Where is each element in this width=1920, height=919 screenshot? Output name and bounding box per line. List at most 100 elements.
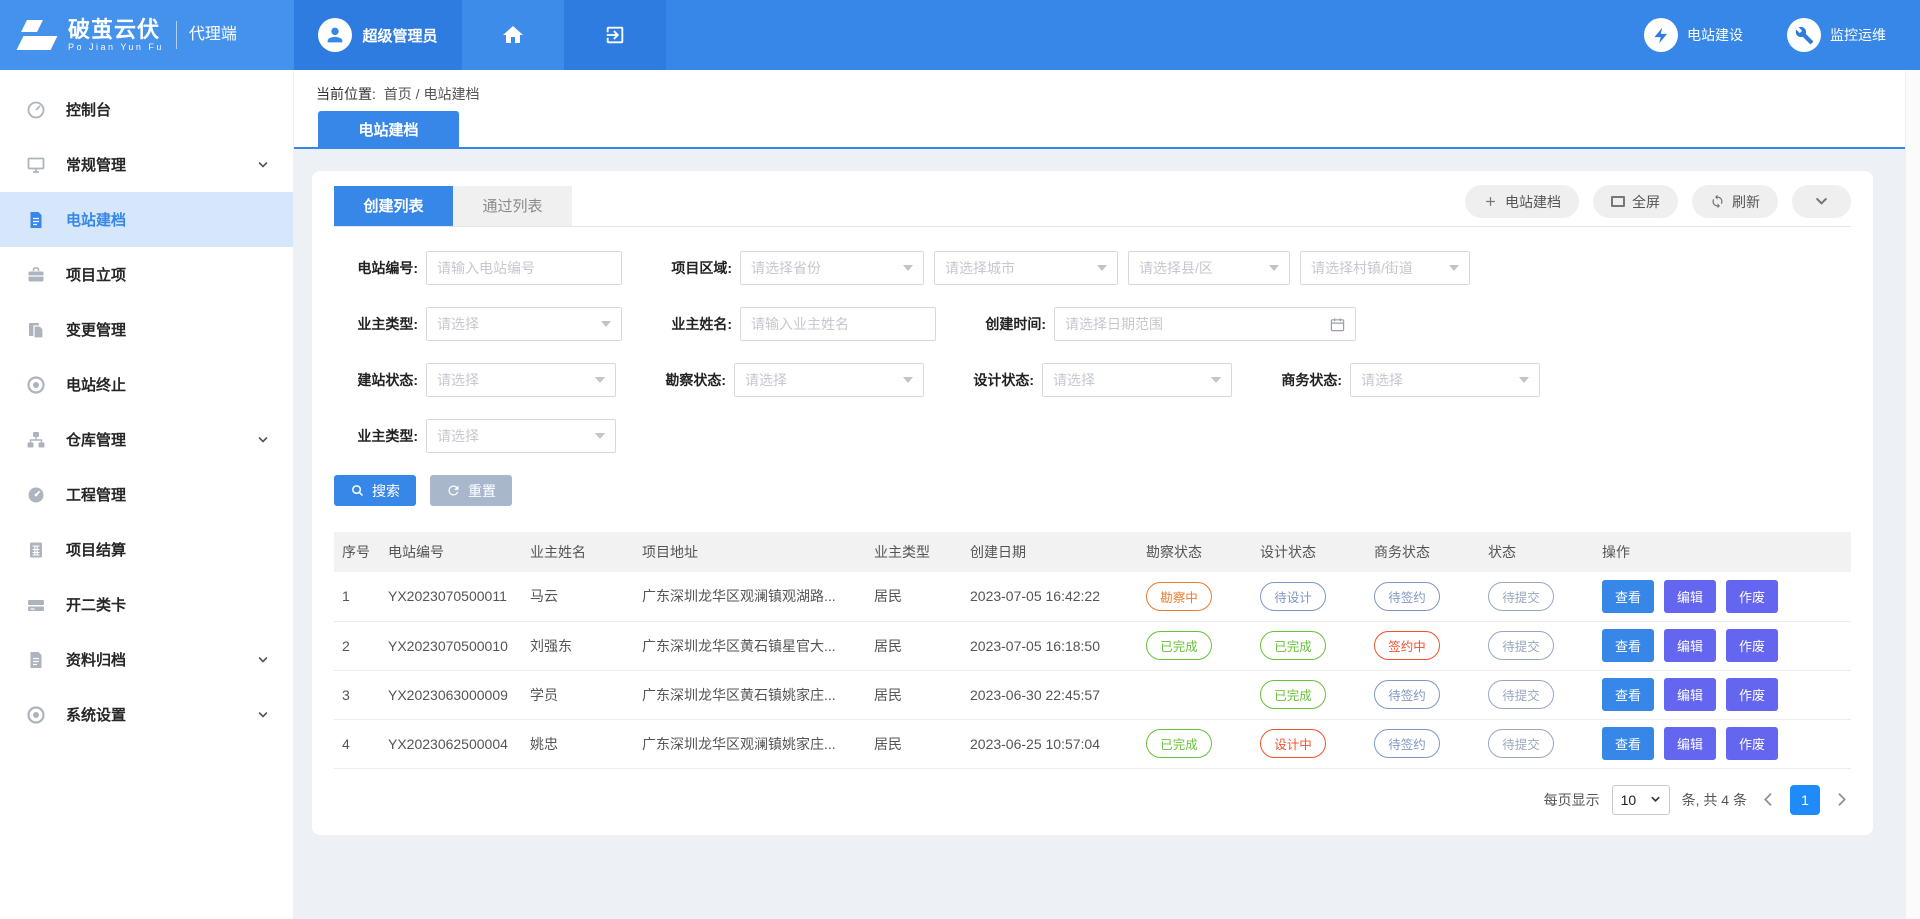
refresh-button[interactable]: 刷新	[1692, 185, 1778, 218]
cell-no: 3	[334, 670, 380, 719]
sidebar-item-station-archive[interactable]: 电站建档	[0, 192, 293, 247]
owner-name-input[interactable]	[740, 307, 936, 341]
design-status-select[interactable]: 请选择	[1042, 363, 1232, 397]
copy-icon	[26, 319, 48, 341]
edit-button[interactable]: 编辑	[1664, 678, 1716, 711]
logout-button[interactable]	[564, 0, 666, 70]
void-button[interactable]: 作废	[1726, 580, 1778, 613]
top-header: 破茧云伏 Po Jian Yun Fu 代理端 超级管理员 电站建设	[0, 0, 1920, 70]
cell-created: 2023-07-05 16:42:22	[962, 572, 1138, 621]
caret-icon	[1211, 377, 1221, 383]
tab-create-list[interactable]: 创建列表	[334, 186, 453, 226]
refresh-icon	[1710, 194, 1725, 209]
brand-subtitle: Po Jian Yun Fu	[68, 42, 164, 52]
cell-owner: 姚忠	[522, 719, 634, 768]
search-button[interactable]: 搜索	[334, 475, 416, 506]
brand-text: 破茧云伏 Po Jian Yun Fu	[68, 18, 164, 52]
owner-type-label: 业主类型:	[334, 314, 418, 334]
tab-passed-list[interactable]: 通过列表	[453, 186, 572, 226]
caret-icon	[1449, 265, 1459, 271]
province-select[interactable]: 请选择省份	[740, 251, 924, 285]
per-page-select[interactable]: 10	[1612, 785, 1670, 815]
status-badge: 待签约	[1374, 582, 1440, 611]
portal-label: 代理端	[176, 21, 237, 49]
fullscreen-icon	[1611, 196, 1625, 207]
view-button[interactable]: 查看	[1602, 629, 1654, 662]
owner-type2-select[interactable]: 请选择	[426, 419, 616, 453]
page-number-button[interactable]: 1	[1790, 785, 1820, 815]
void-button[interactable]: 作废	[1726, 629, 1778, 662]
cell-created: 2023-06-30 22:45:57	[962, 670, 1138, 719]
prev-page-button[interactable]	[1759, 792, 1778, 807]
sitemap-icon	[26, 429, 48, 451]
toolbar: 电站建档 全屏 刷新	[1465, 185, 1851, 226]
lightning-icon	[1644, 18, 1678, 52]
view-button[interactable]: 查看	[1602, 727, 1654, 760]
edit-button[interactable]: 编辑	[1664, 580, 1716, 613]
sidebar-item-engineering-management[interactable]: 工程管理	[0, 467, 293, 522]
search-icon	[350, 483, 365, 498]
build-status-select[interactable]: 请选择	[426, 363, 616, 397]
sidebar-item-second-class-card[interactable]: 开二类卡	[0, 577, 293, 632]
scrollbar[interactable]	[1905, 70, 1920, 919]
home-button[interactable]	[462, 0, 564, 70]
cell-type: 居民	[866, 670, 962, 719]
reset-icon	[446, 483, 461, 498]
status-badge: 待设计	[1260, 582, 1326, 611]
survey-status-select[interactable]: 请选择	[734, 363, 924, 397]
view-button[interactable]: 查看	[1602, 678, 1654, 711]
chevron-down-icon	[257, 709, 269, 721]
business-status-select[interactable]: 请选择	[1350, 363, 1540, 397]
nav-station-build[interactable]: 电站建设	[1644, 18, 1743, 52]
void-button[interactable]: 作废	[1726, 727, 1778, 760]
sidebar-item-data-archive[interactable]: 资料归档	[0, 632, 293, 687]
station-table: 序号 电站编号 业主姓名 项目地址 业主类型 创建日期 勘察状态 设计状态 商务…	[334, 532, 1851, 769]
cell-code: YX2023070500011	[380, 572, 522, 621]
sidebar-item-project-initiation[interactable]: 项目立项	[0, 247, 293, 302]
calendar-icon	[1330, 317, 1345, 332]
city-select[interactable]: 请选择城市	[934, 251, 1118, 285]
collapse-button[interactable]	[1792, 185, 1851, 218]
sidebar-item-warehouse-management[interactable]: 仓库管理	[0, 412, 293, 467]
region-label: 项目区域:	[648, 258, 732, 278]
edit-button[interactable]: 编辑	[1664, 629, 1716, 662]
nav-monitor-ops[interactable]: 监控运维	[1787, 18, 1886, 52]
cell-code: YX2023070500010	[380, 621, 522, 670]
sidebar-item-console[interactable]: 控制台	[0, 82, 293, 137]
edit-button[interactable]: 编辑	[1664, 727, 1716, 760]
view-button[interactable]: 查看	[1602, 580, 1654, 613]
owner-name-label: 业主姓名:	[648, 314, 732, 334]
sidebar-item-general-management[interactable]: 常规管理	[0, 137, 293, 192]
brand[interactable]: 破茧云伏 Po Jian Yun Fu 代理端	[0, 0, 294, 70]
document-icon	[26, 209, 48, 231]
reset-button[interactable]: 重置	[430, 475, 512, 506]
user-name: 超级管理员	[362, 25, 437, 46]
target-icon	[26, 374, 48, 396]
add-station-button[interactable]: 电站建档	[1465, 185, 1579, 218]
user-menu[interactable]: 超级管理员	[294, 0, 462, 70]
void-button[interactable]: 作废	[1726, 678, 1778, 711]
create-time-input[interactable]: 请选择日期范围	[1054, 307, 1356, 341]
sidebar-item-project-settlement[interactable]: 项目结算	[0, 522, 293, 577]
gauge-icon	[26, 484, 48, 506]
fullscreen-button[interactable]: 全屏	[1593, 185, 1678, 218]
sidebar-item-station-termination[interactable]: 电站终止	[0, 357, 293, 412]
dashboard-icon	[26, 99, 48, 121]
design-status-label: 设计状态:	[950, 370, 1034, 390]
sidebar-item-system-settings[interactable]: 系统设置	[0, 687, 293, 742]
station-code-input[interactable]	[426, 251, 622, 285]
status-badge: 签约中	[1374, 631, 1440, 660]
plus-icon	[1483, 194, 1498, 209]
page-tab[interactable]: 电站建档	[318, 111, 459, 147]
breadcrumb: 当前位置: 首页 / 电站建档	[294, 70, 1905, 104]
chevron-down-icon	[257, 654, 269, 666]
owner-type-select[interactable]: 请选择	[426, 307, 622, 341]
village-select[interactable]: 请选择村镇/街道	[1300, 251, 1470, 285]
cell-type: 居民	[866, 572, 962, 621]
table-row: 1 YX2023070500011 马云 广东深圳龙华区观澜镇观湖路... 居民…	[334, 572, 1851, 621]
status-badge: 已完成	[1146, 631, 1212, 660]
county-select[interactable]: 请选择县/区	[1128, 251, 1290, 285]
card-header: 创建列表 通过列表 电站建档 全屏	[334, 185, 1851, 227]
next-page-button[interactable]	[1832, 792, 1851, 807]
sidebar-item-change-management[interactable]: 变更管理	[0, 302, 293, 357]
